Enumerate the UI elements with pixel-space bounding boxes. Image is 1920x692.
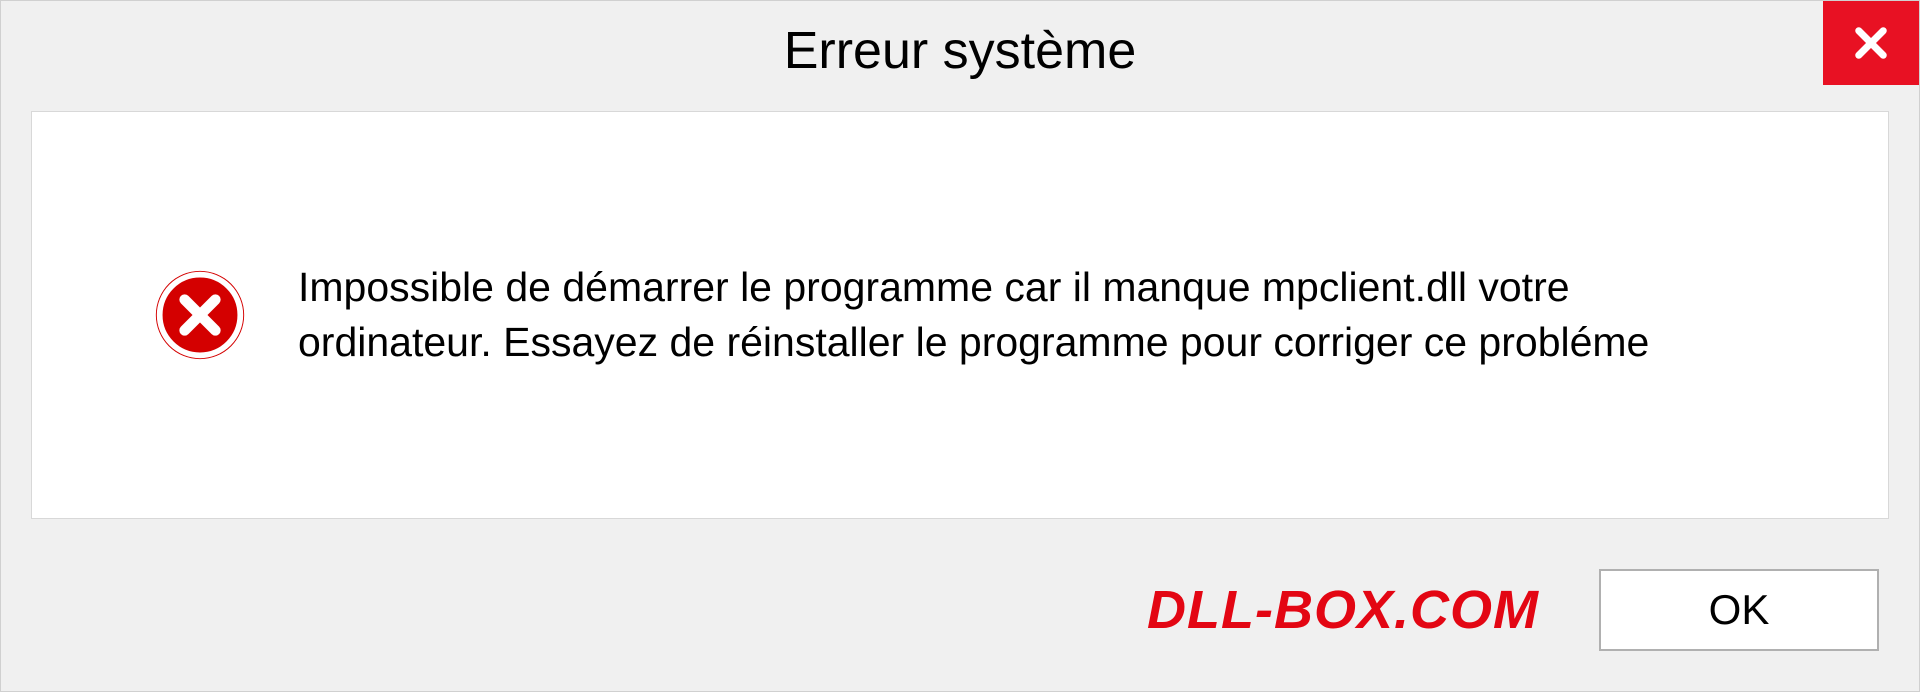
dialog-footer: DLL-BOX.COM OK [1, 549, 1919, 691]
dialog-title: Erreur système [784, 21, 1137, 81]
error-dialog: Erreur système Impossible de démarrer le… [0, 0, 1920, 692]
ok-button[interactable]: OK [1599, 569, 1879, 651]
error-icon-wrap [152, 267, 248, 363]
close-icon [1850, 22, 1892, 64]
error-message: Impossible de démarrer le programme car … [298, 260, 1808, 371]
close-button[interactable] [1823, 1, 1919, 85]
error-icon [152, 267, 248, 363]
watermark-text: DLL-BOX.COM [1147, 579, 1539, 641]
titlebar: Erreur système [1, 1, 1919, 111]
content-panel: Impossible de démarrer le programme car … [31, 111, 1889, 519]
